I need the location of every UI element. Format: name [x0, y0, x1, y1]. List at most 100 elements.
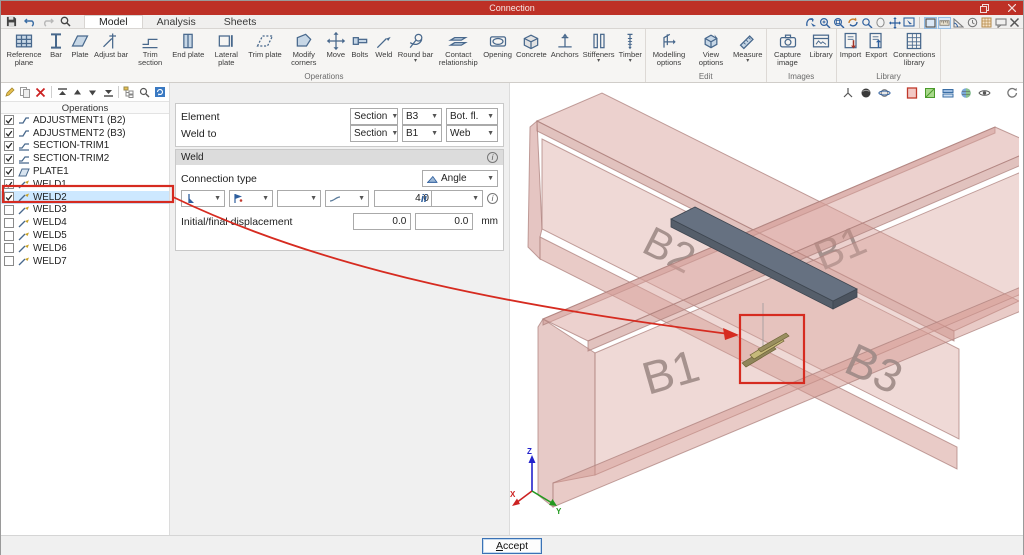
search-icon[interactable] — [138, 85, 150, 99]
reference-plane-button[interactable]: Reference plane — [4, 30, 44, 71]
weld-contour-combo[interactable]: ▼ — [325, 190, 369, 207]
weld-option-combo[interactable]: ▼ — [277, 190, 321, 207]
checkbox[interactable] — [4, 115, 14, 125]
round-bar-button[interactable]: Round bar▾ — [396, 30, 435, 71]
adjust-bar-button[interactable]: Adjust bar — [92, 30, 130, 71]
edit-operation-icon[interactable] — [4, 85, 16, 99]
initial-displacement-input[interactable]: 0.0 — [353, 213, 411, 230]
orbit-icon[interactable] — [877, 86, 891, 99]
checkbox[interactable] — [4, 179, 14, 189]
checkbox[interactable] — [4, 218, 14, 228]
copy-operation-icon[interactable] — [19, 85, 31, 99]
bar-button[interactable]: Bar — [44, 30, 68, 71]
concrete-button[interactable]: Concrete — [514, 30, 549, 71]
tree-view-icon[interactable] — [123, 85, 135, 99]
checkbox[interactable] — [4, 154, 14, 164]
trim-section-button[interactable]: Trim section — [130, 30, 170, 71]
zoom-selected-icon[interactable] — [860, 17, 873, 29]
operation-row-weld1[interactable]: WELD1 — [1, 178, 169, 191]
element-type-combo[interactable]: Section▼ — [350, 108, 398, 125]
end-plate-button[interactable]: End plate — [170, 30, 206, 71]
final-displacement-input[interactable]: 0.0 — [415, 213, 473, 230]
undo-icon[interactable] — [23, 16, 36, 28]
element-part-combo[interactable]: Bot. fl.▼ — [446, 108, 498, 125]
info-icon[interactable]: i — [487, 193, 498, 204]
modify-corners-button[interactable]: Modify corners — [284, 30, 324, 71]
close-window-button[interactable] — [1005, 3, 1019, 14]
tab-model[interactable]: Model — [84, 15, 143, 28]
3d-viewport[interactable]: B2 B1 B1 B3 — [510, 83, 1023, 535]
operation-row-adjustment2[interactable]: ADJUSTMENT2 (B3) — [1, 127, 169, 140]
operation-row-adjustment1[interactable]: ADJUSTMENT1 (B2) — [1, 114, 169, 127]
tab-sheets[interactable]: Sheets — [210, 15, 271, 28]
info-icon[interactable]: i — [487, 152, 498, 163]
modelling-options-button[interactable]: Modelling options — [647, 30, 691, 71]
clock-icon[interactable] — [966, 17, 979, 29]
operation-row-weld7[interactable]: WELD7 — [1, 255, 169, 268]
orbit-ball-icon[interactable] — [874, 17, 887, 29]
save-icon[interactable] — [5, 16, 18, 28]
weld-side-combo[interactable]: ▼ — [431, 190, 483, 207]
element-member-combo[interactable]: B3▼ — [402, 108, 442, 125]
wireframe-model-icon[interactable] — [941, 86, 955, 99]
tools-icon[interactable] — [1008, 17, 1021, 29]
measure-button[interactable]: Measure▾ — [731, 30, 765, 71]
wireframe-view-icon[interactable] — [924, 17, 937, 29]
connection-type-combo[interactable]: Angle▼ — [422, 170, 498, 187]
visibility-eye-icon[interactable] — [977, 86, 991, 99]
checkbox[interactable] — [4, 192, 14, 202]
checkbox[interactable] — [4, 167, 14, 177]
bolts-button[interactable]: Bolts — [348, 30, 372, 71]
checkbox[interactable] — [4, 243, 14, 253]
lateral-plate-button[interactable]: Lateral plate — [206, 30, 246, 71]
checkbox[interactable] — [4, 256, 14, 266]
stiffeners-button[interactable]: Stiffeners▾ — [581, 30, 617, 71]
zoom-window-icon[interactable] — [832, 17, 845, 29]
move-button[interactable]: Move — [324, 30, 348, 71]
restore-window-button[interactable] — [977, 3, 991, 14]
checkbox[interactable] — [4, 231, 14, 241]
ruler-icon[interactable] — [938, 17, 951, 29]
export-button[interactable]: Export — [863, 30, 889, 71]
accept-button[interactable]: Accept — [482, 538, 542, 554]
weld-material-combo[interactable]: ▼ — [229, 190, 273, 207]
operation-row-weld6[interactable]: WELD6 — [1, 242, 169, 255]
operation-row-plate1[interactable]: PLATE1 — [1, 165, 169, 178]
operation-row-weld2[interactable]: WELD2 — [1, 191, 169, 204]
operation-row-weld4[interactable]: WELD4 — [1, 216, 169, 229]
delete-operation-icon[interactable] — [35, 85, 47, 99]
zoom-icon[interactable] — [59, 16, 72, 28]
trim-plate-button[interactable]: Trim plate — [246, 30, 283, 71]
import-button[interactable]: Import — [838, 30, 864, 71]
anchors-button[interactable]: Anchors — [549, 30, 581, 71]
checkbox[interactable] — [4, 141, 14, 151]
refresh-pointer-icon[interactable] — [804, 17, 817, 29]
view-direction-icon[interactable] — [902, 17, 915, 29]
solid-view-icon[interactable] — [905, 86, 919, 99]
axes-triad-icon[interactable] — [841, 86, 855, 99]
move-top-icon[interactable] — [56, 85, 68, 99]
checkbox[interactable] — [4, 128, 14, 138]
comment-icon[interactable] — [994, 17, 1007, 29]
operation-row-section-trim1[interactable]: SECTION-TRIM1 — [1, 140, 169, 153]
weld-to-member-combo[interactable]: B1▼ — [402, 125, 442, 142]
weld-button[interactable]: Weld — [372, 30, 396, 71]
operation-row-weld3[interactable]: WELD3 — [1, 204, 169, 217]
grid-notes-icon[interactable] — [980, 17, 993, 29]
tab-analysis[interactable]: Analysis — [143, 15, 210, 28]
refresh-panel-icon[interactable] — [154, 85, 166, 99]
image-library-button[interactable]: Library — [808, 30, 835, 71]
weld-to-type-combo[interactable]: Section▼ — [350, 125, 398, 142]
checkbox[interactable] — [4, 205, 14, 215]
plate-button[interactable]: Plate — [68, 30, 92, 71]
zoom-all-icon[interactable] — [818, 17, 831, 29]
connections-library-button[interactable]: Connections library — [889, 30, 939, 71]
render-sphere-icon[interactable] — [959, 86, 973, 99]
contact-relationship-button[interactable]: Contact relationship — [435, 30, 481, 71]
timber-button[interactable]: Timber▾ — [617, 30, 644, 71]
capture-image-button[interactable]: Capture image — [768, 30, 808, 71]
operation-row-weld5[interactable]: WELD5 — [1, 229, 169, 242]
operation-row-section-trim2[interactable]: SECTION-TRIM2 — [1, 152, 169, 165]
pan-icon[interactable] — [888, 17, 901, 29]
move-bottom-icon[interactable] — [102, 85, 114, 99]
